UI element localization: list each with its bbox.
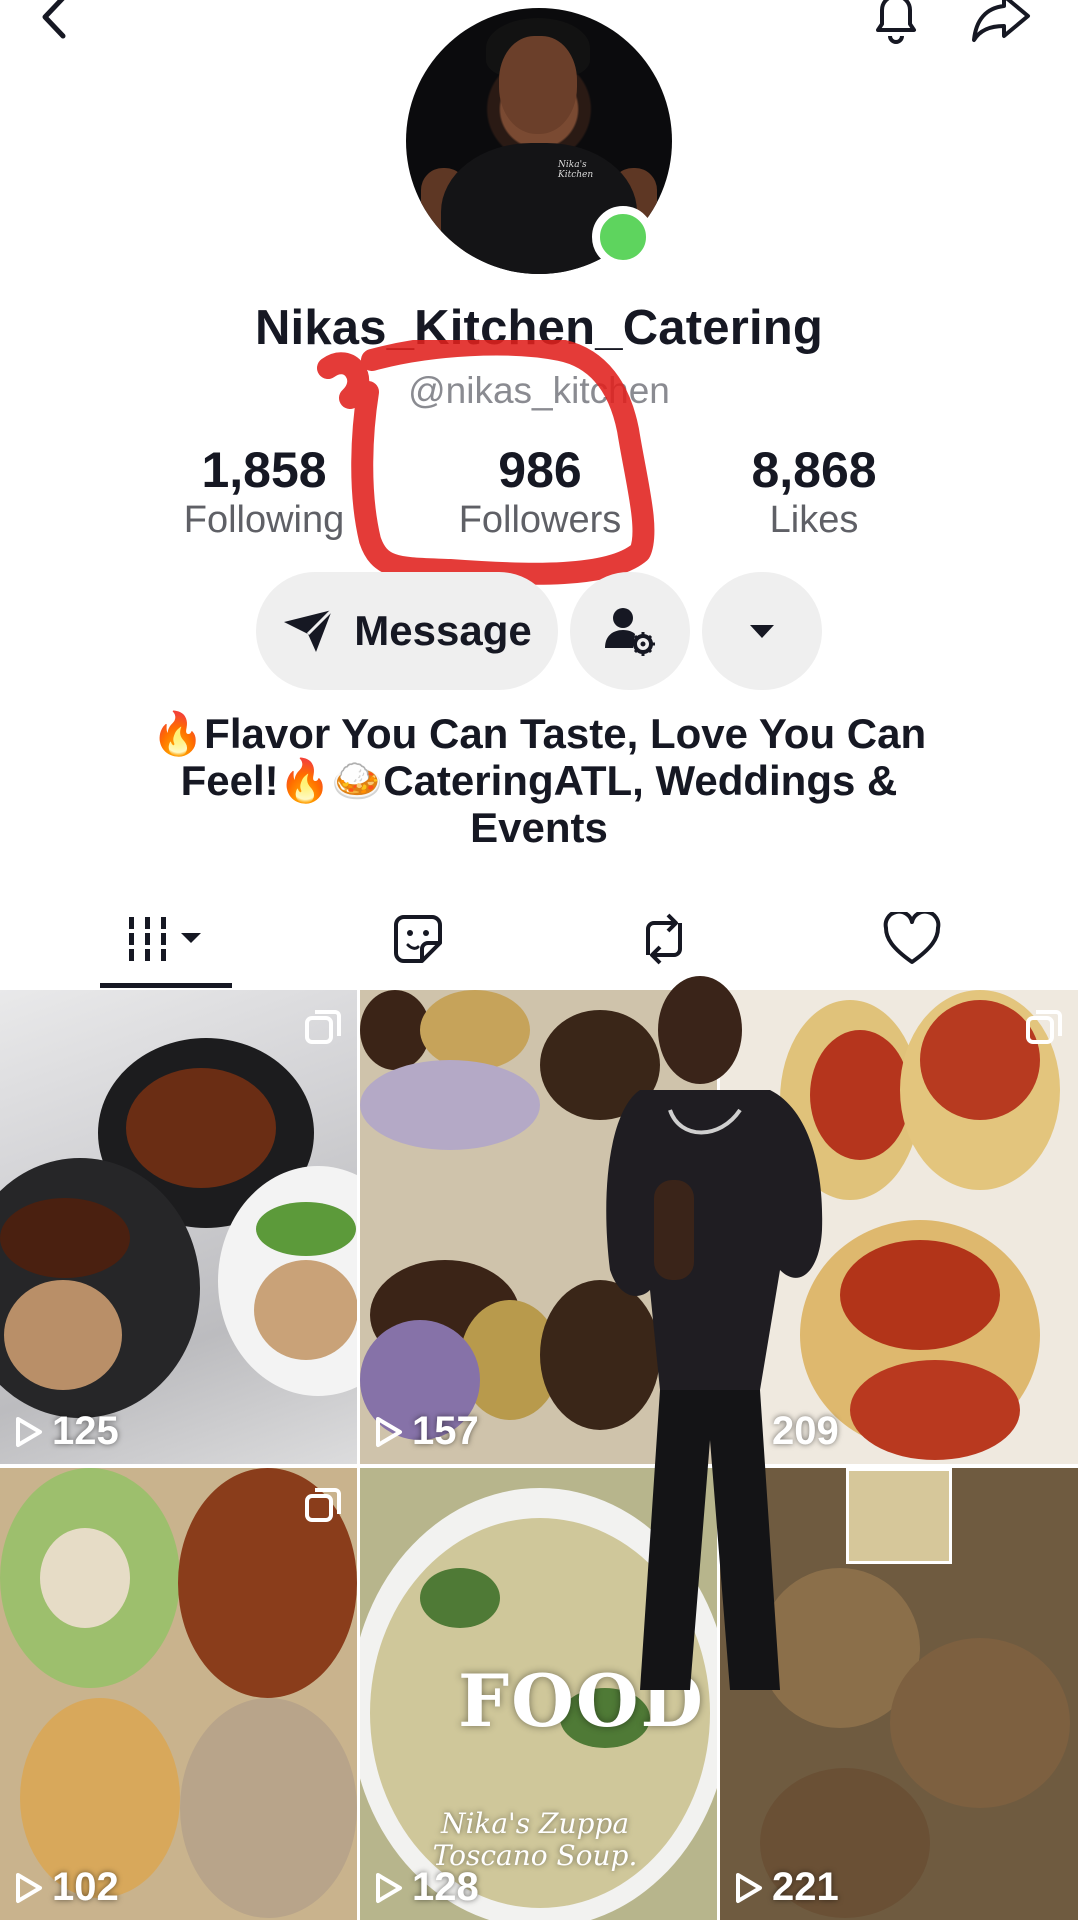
food-kale (420, 1568, 500, 1628)
notification-bell-button[interactable] (868, 0, 924, 46)
video-overlay-text: FOOD (458, 1658, 705, 1743)
repost-icon (646, 913, 682, 965)
food-sauce (850, 1360, 1020, 1460)
message-button[interactable]: Message (256, 572, 558, 690)
food-meat (540, 1280, 660, 1430)
video-thumbnail-3[interactable]: 209 (720, 990, 1078, 1464)
food-greens (256, 1202, 356, 1256)
send-icon (284, 608, 334, 652)
play-icon (376, 1416, 402, 1447)
play-icon (16, 1416, 42, 1447)
likes-stat[interactable]: 8,868 Likes (694, 442, 934, 542)
followers-label: Followers (458, 499, 622, 541)
view-count: 209 (734, 1409, 839, 1454)
food-rice (420, 990, 530, 1070)
profile-tabs (0, 900, 1078, 990)
play-icon (736, 1416, 762, 1447)
view-count-value: 128 (412, 1865, 479, 1909)
followers-stat[interactable]: 986 Followers (420, 442, 660, 542)
profile-avatar[interactable]: Nika's Kitchen (406, 8, 672, 274)
bio-line-1: 🔥Flavor You Can Taste, Love You Can (151, 710, 927, 757)
back-button[interactable] (30, 0, 80, 42)
play-icon (736, 1872, 762, 1903)
multi-photo-icon (1024, 1008, 1064, 1053)
profile-actions: Message (0, 572, 1078, 690)
profile-display-name: Nikas_Kitchen_Catering (254, 301, 824, 355)
food-sauce (810, 1030, 910, 1160)
heart-icon (883, 912, 941, 964)
avatar-face (499, 36, 577, 134)
play-icon (376, 1872, 402, 1903)
back-icon (42, 0, 66, 39)
sticker-icon (394, 915, 442, 963)
food-side (180, 1698, 357, 1918)
caret-down-icon (750, 625, 774, 638)
message-button-label: Message (354, 607, 532, 654)
food-sauce (920, 1000, 1040, 1120)
likes-label: Likes (769, 499, 859, 541)
view-count-value: 209 (772, 1409, 839, 1453)
share-button[interactable] (970, 0, 1032, 46)
video-caption: Nika's Zuppa Toscano Soup. (432, 1807, 638, 1872)
avatar-shirt-logo: Nika's Kitchen (558, 160, 594, 180)
tab-liked[interactable] (876, 900, 948, 978)
food-rice (4, 1280, 122, 1390)
video-thumbnail-2[interactable]: 157 (360, 990, 717, 1464)
bio-line-2: Feel!🔥🍛CateringATL, Weddings & (180, 757, 898, 804)
view-count-value: 125 (52, 1409, 119, 1453)
video-thumbnail-6[interactable]: 221 (720, 1468, 1078, 1920)
following-count: 1,858 (201, 442, 327, 498)
food-wings (126, 1068, 276, 1188)
video-thumbnail-5[interactable]: FOOD Nika's Zuppa Toscano Soup. 128 (360, 1468, 717, 1920)
tab-stickers[interactable] (382, 900, 454, 978)
profile-bio: 🔥Flavor You Can Taste, Love You Can Feel… (120, 710, 958, 851)
tab-selected-indicator (100, 983, 232, 988)
food-meat (540, 1010, 660, 1120)
share-icon (972, 0, 1030, 42)
video-thumbnail-4[interactable]: 102 (0, 1468, 357, 1920)
view-count-value: 102 (52, 1865, 119, 1909)
multi-photo-icon (303, 1486, 343, 1531)
view-count: 221 (734, 1865, 839, 1910)
following-stat[interactable]: 1,858 Following (144, 442, 384, 542)
multi-photo-icon (303, 1008, 343, 1053)
tab-reposts[interactable] (628, 900, 700, 978)
view-count: 125 (14, 1409, 119, 1454)
profile-stats: 1,858 Following 986 Followers 8,868 Like… (0, 442, 1078, 552)
online-status-dot (592, 206, 654, 268)
multi-photo-icon (663, 1008, 703, 1053)
view-count-value: 221 (772, 1865, 839, 1909)
likes-count: 8,868 (751, 442, 877, 498)
food-rice (254, 1260, 357, 1360)
bio-line-3: Events (470, 804, 608, 851)
view-count: 102 (14, 1865, 119, 1910)
food-cabbage (360, 1060, 540, 1150)
inset-thumbnail (846, 1468, 952, 1564)
play-icon (16, 1872, 42, 1903)
food-pastry (890, 1638, 1070, 1808)
food-chicken (40, 1528, 130, 1628)
bell-icon (876, 0, 916, 44)
food-meat (0, 1198, 130, 1278)
view-count: 157 (374, 1409, 479, 1454)
video-grid: 125 157 209 102 FOOD Nika's Zuppa Toscan… (0, 990, 1078, 1920)
view-count: 128 (374, 1865, 479, 1910)
followers-count: 986 (498, 442, 582, 498)
grid-icon (129, 917, 201, 961)
person-gear-icon (605, 608, 655, 656)
video-thumbnail-1[interactable]: 125 (0, 990, 357, 1464)
following-label: Following (183, 499, 345, 541)
tab-videos[interactable] (100, 900, 232, 978)
more-options-button[interactable] (702, 572, 822, 690)
profile-handle: @nikas_kitchen (408, 370, 670, 411)
food-sauce (840, 1240, 1000, 1350)
friend-settings-button[interactable] (570, 572, 690, 690)
view-count-value: 157 (412, 1409, 479, 1453)
